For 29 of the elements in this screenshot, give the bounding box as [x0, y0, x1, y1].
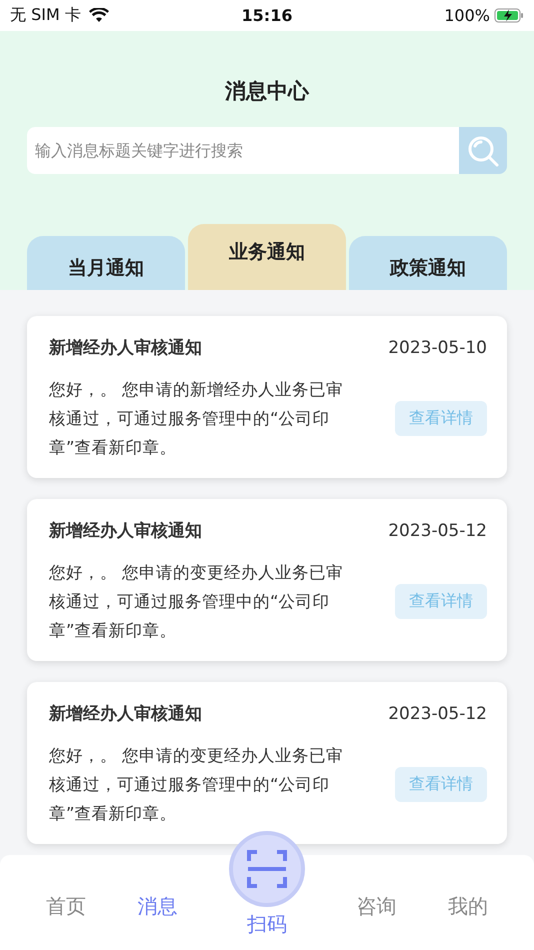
- message-date: 2023-05-12: [388, 520, 487, 540]
- category-tab[interactable]: 政策通知: [349, 236, 507, 290]
- wifi-icon: [88, 8, 109, 23]
- message-text: 您好，。 您申请的新增经办人业务已审核通过，可通过服务管理中的“公司印章”查看新印章。: [49, 379, 344, 459]
- nav-item[interactable]: 消息: [137, 893, 178, 920]
- carrier-text: 无 SIM 卡: [10, 5, 81, 26]
- nav-item[interactable]: 我的: [448, 893, 488, 920]
- scan-icon: [246, 850, 287, 888]
- message-text: 您好，。 您申请的变更经办人业务已审核通过，可通过服务管理中的“公司印章”查看新印章。: [49, 562, 344, 642]
- details-button[interactable]: 查看详情: [395, 584, 487, 619]
- battery-charging-icon: [494, 8, 524, 23]
- page-title: 消息中心: [225, 78, 309, 105]
- message-title: 新增经办人审核通知: [49, 337, 202, 359]
- message-title: 新增经办人审核通知: [49, 520, 202, 542]
- nav-item[interactable]: 首页: [46, 893, 86, 920]
- details-button[interactable]: 查看详情: [395, 401, 487, 436]
- nav-item[interactable]: 扫码: [246, 911, 287, 938]
- search-icon: [466, 134, 500, 168]
- message-title: 新增经办人审核通知: [49, 703, 202, 725]
- details-button[interactable]: 查看详情: [395, 767, 487, 802]
- message-text: 您好，。 您申请的变更经办人业务已审核通过，可通过服务管理中的“公司印章”查看新印章。: [49, 745, 344, 825]
- message-date: 2023-05-12: [388, 704, 487, 724]
- nav-item[interactable]: 咨询: [356, 893, 397, 920]
- clock-time: 15:16: [242, 6, 292, 25]
- battery-percent: 100%: [444, 6, 490, 25]
- message-date: 2023-05-10: [388, 338, 487, 358]
- search-field[interactable]: 输入消息标题关键字进行搜索: [27, 127, 459, 174]
- category-tab[interactable]: 当月通知: [27, 236, 185, 290]
- category-tab[interactable]: 业务通知: [188, 224, 346, 290]
